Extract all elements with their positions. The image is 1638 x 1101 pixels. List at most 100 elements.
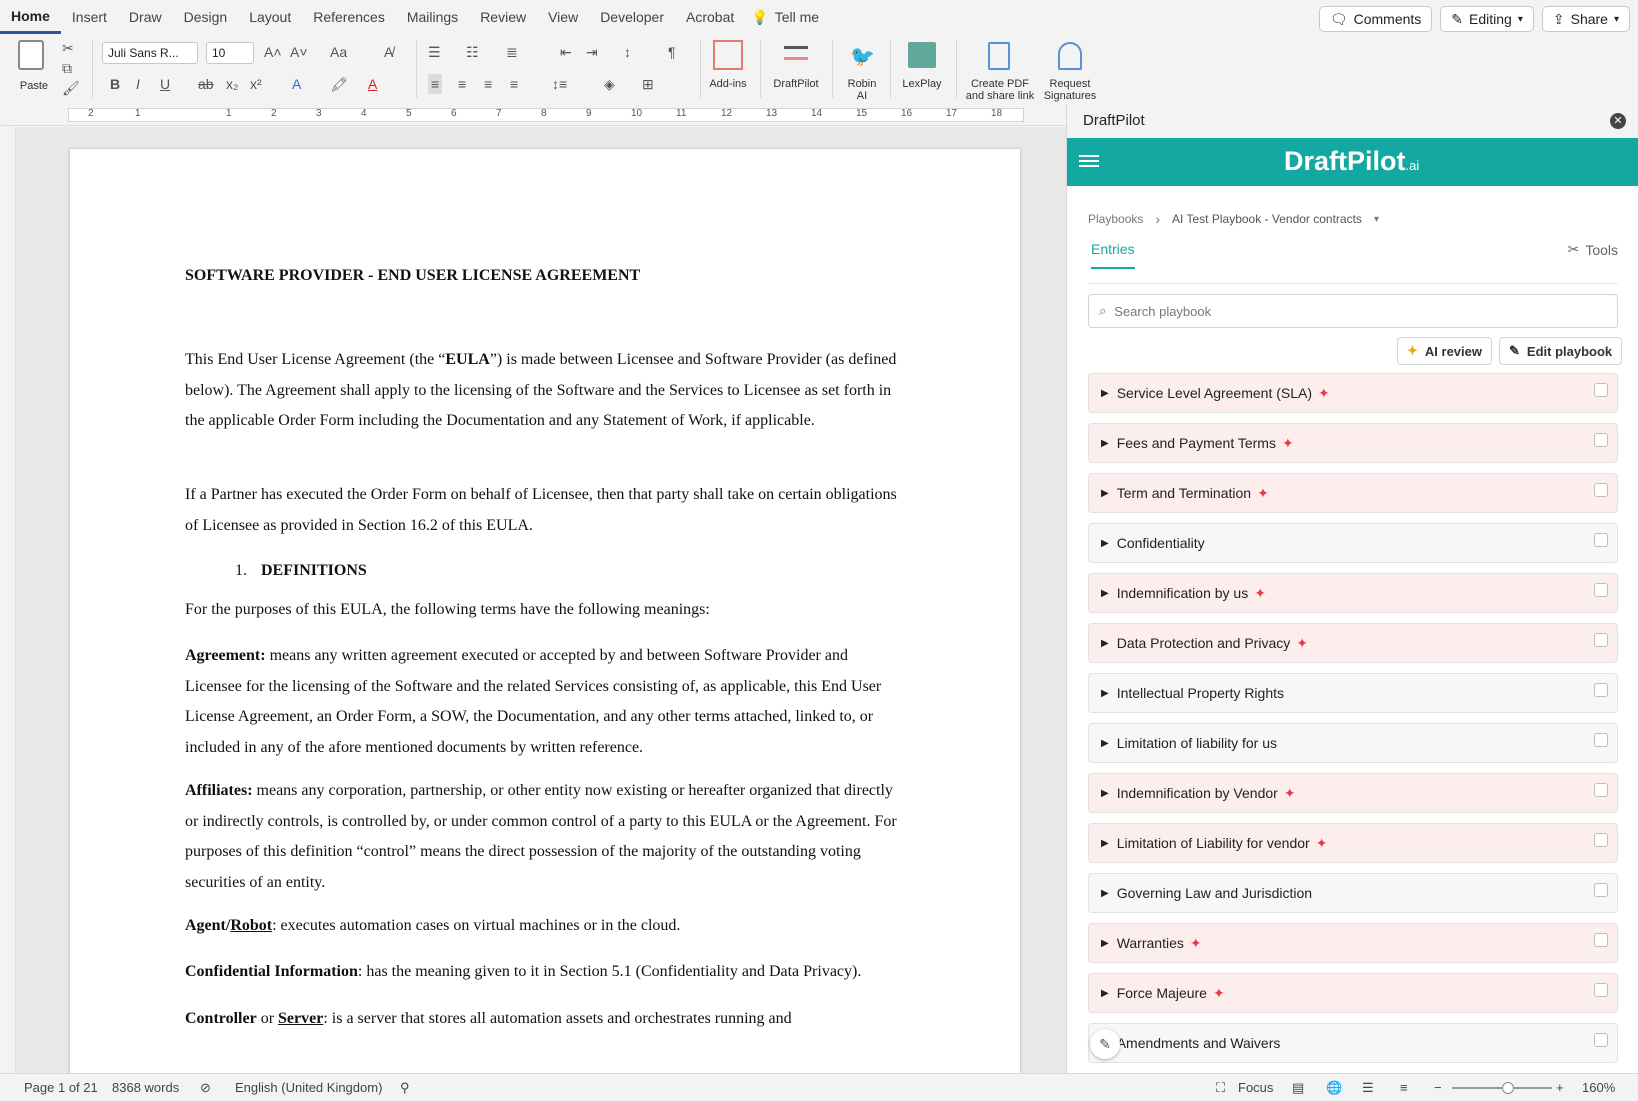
italic-icon[interactable]: I bbox=[136, 74, 140, 94]
expand-triangle-icon[interactable]: ▶ bbox=[1101, 888, 1109, 899]
align-right-icon[interactable]: ≡ bbox=[484, 74, 492, 94]
search-input[interactable] bbox=[1114, 303, 1565, 319]
draftpilot-button[interactable]: DraftPilot bbox=[770, 38, 822, 100]
comments-button[interactable]: 🗨 Comments bbox=[1318, 6, 1433, 32]
superscript-icon[interactable]: x² bbox=[250, 74, 262, 94]
document-page[interactable]: SOFTWARE PROVIDER - END USER LICENSE AGR… bbox=[70, 149, 1020, 1073]
paste-button[interactable]: Paste bbox=[14, 40, 54, 98]
tab-design[interactable]: Design bbox=[173, 0, 239, 34]
playbook-entry[interactable]: ▶ Warranties ✦ bbox=[1088, 923, 1618, 963]
playbook-entry[interactable]: ▶Amendments and Waivers bbox=[1088, 1023, 1618, 1063]
tell-me[interactable]: 💡 Tell me bbox=[751, 9, 819, 26]
text-effects-icon[interactable]: A bbox=[292, 74, 301, 94]
entry-checkbox[interactable] bbox=[1594, 483, 1608, 497]
tab-entries[interactable]: Entries bbox=[1091, 241, 1135, 269]
entry-checkbox[interactable] bbox=[1594, 883, 1608, 897]
entry-checkbox[interactable] bbox=[1594, 533, 1608, 547]
decrease-indent-icon[interactable]: ⇤ bbox=[560, 42, 572, 62]
borders-icon[interactable]: ⊞ bbox=[642, 74, 654, 94]
tab-draw[interactable]: Draw bbox=[118, 0, 173, 34]
expand-triangle-icon[interactable]: ▶ bbox=[1101, 938, 1109, 949]
edit-playbook-button[interactable]: ✎ Edit playbook bbox=[1499, 337, 1623, 365]
format-painter-icon[interactable]: 🖌 bbox=[62, 78, 80, 98]
share-button[interactable]: ⇪ Share ▾ bbox=[1541, 6, 1630, 32]
lexplay-button[interactable]: LexPlay bbox=[896, 38, 948, 100]
cut-icon[interactable]: ✂ bbox=[62, 38, 74, 58]
breadcrumb-current[interactable]: AI Test Playbook - Vendor contracts bbox=[1172, 212, 1362, 226]
ai-review-button[interactable]: ✦ AI review bbox=[1397, 337, 1492, 365]
playbook-entry[interactable]: ▶ Governing Law and Jurisdiction bbox=[1088, 873, 1618, 913]
expand-triangle-icon[interactable]: ▶ bbox=[1101, 788, 1109, 799]
tab-mailings[interactable]: Mailings bbox=[396, 0, 469, 34]
document-area[interactable]: SOFTWARE PROVIDER - END USER LICENSE AGR… bbox=[0, 127, 1066, 1073]
expand-triangle-icon[interactable]: ▶ bbox=[1101, 838, 1109, 849]
increase-indent-icon[interactable]: ⇥ bbox=[586, 42, 598, 62]
outline-icon[interactable]: ☰ bbox=[1362, 1080, 1374, 1096]
entry-checkbox[interactable] bbox=[1594, 683, 1608, 697]
font-color-icon[interactable]: A bbox=[368, 74, 377, 94]
change-case-icon[interactable]: Aa bbox=[330, 42, 347, 62]
underline-icon[interactable]: U bbox=[160, 74, 170, 94]
expand-triangle-icon[interactable]: ▶ bbox=[1101, 438, 1109, 449]
draft-icon[interactable]: ≡ bbox=[1400, 1080, 1408, 1095]
entry-checkbox[interactable] bbox=[1594, 583, 1608, 597]
highlight-icon[interactable]: 🖍 bbox=[330, 74, 348, 94]
bullets-icon[interactable]: ☰ bbox=[428, 42, 441, 62]
shrink-font-icon[interactable]: A˅ bbox=[290, 42, 308, 62]
tab-developer[interactable]: Developer bbox=[589, 0, 675, 34]
playbook-entry[interactable]: ▶ Term and Termination ✦ bbox=[1088, 473, 1618, 513]
editing-button[interactable]: ✎ Editing ▾ bbox=[1440, 6, 1534, 32]
hamburger-menu-icon[interactable] bbox=[1079, 152, 1099, 170]
close-icon[interactable]: ✕ bbox=[1610, 113, 1626, 129]
copy-icon[interactable]: ⧉ bbox=[62, 58, 72, 78]
expand-triangle-icon[interactable]: ▶ bbox=[1101, 688, 1109, 699]
tab-home[interactable]: Home bbox=[0, 0, 61, 34]
playbook-entry[interactable]: ▶ Limitation of Liability for vendor ✦ bbox=[1088, 823, 1618, 863]
create-pdf-button[interactable]: Create PDF and share link bbox=[962, 38, 1038, 102]
playbook-entry[interactable]: ▶ Data Protection and Privacy ✦ bbox=[1088, 623, 1618, 663]
playbook-entry[interactable]: ▶ Indemnification by Vendor ✦ bbox=[1088, 773, 1618, 813]
playbook-entry[interactable]: ▶ Intellectual Property Rights bbox=[1088, 673, 1618, 713]
entry-checkbox[interactable] bbox=[1594, 1033, 1608, 1047]
focus-label[interactable]: Focus bbox=[1238, 1080, 1273, 1095]
playbook-entry[interactable]: ▶ Force Majeure ✦ bbox=[1088, 973, 1618, 1013]
sort-icon[interactable]: ↕ bbox=[624, 42, 631, 62]
web-layout-icon[interactable]: 🌐 bbox=[1326, 1080, 1342, 1096]
expand-triangle-icon[interactable]: ▶ bbox=[1101, 388, 1109, 399]
addins-button[interactable]: Add-ins bbox=[706, 38, 750, 100]
font-size-select[interactable]: 10 bbox=[206, 42, 254, 64]
shading-icon[interactable]: ◈ bbox=[604, 74, 615, 94]
zoom-slider[interactable] bbox=[1452, 1082, 1552, 1094]
bold-icon[interactable]: B bbox=[110, 74, 120, 94]
justify-icon[interactable]: ≡ bbox=[510, 74, 518, 94]
tab-view[interactable]: View bbox=[537, 0, 589, 34]
entry-checkbox[interactable] bbox=[1594, 733, 1608, 747]
zoom-slider-thumb[interactable] bbox=[1502, 1082, 1514, 1094]
expand-triangle-icon[interactable]: ▶ bbox=[1101, 488, 1109, 499]
breadcrumb-playbooks[interactable]: Playbooks bbox=[1088, 212, 1143, 226]
word-count[interactable]: 8368 words bbox=[112, 1080, 179, 1095]
expand-triangle-icon[interactable]: ▶ bbox=[1101, 738, 1109, 749]
focus-icon[interactable]: ⛶ bbox=[1216, 1080, 1225, 1096]
clear-formatting-icon[interactable]: A̸ bbox=[384, 42, 393, 62]
request-signatures-button[interactable]: Request Signatures bbox=[1040, 38, 1100, 102]
playbook-entry[interactable]: ▶ Limitation of liability for us bbox=[1088, 723, 1618, 763]
tab-acrobat[interactable]: Acrobat bbox=[675, 0, 745, 34]
entry-checkbox[interactable] bbox=[1594, 983, 1608, 997]
print-layout-icon[interactable]: ▤ bbox=[1292, 1080, 1304, 1096]
playbook-entry[interactable]: ▶ Service Level Agreement (SLA) ✦ bbox=[1088, 373, 1618, 413]
tab-tools[interactable]: ✂ Tools bbox=[1568, 241, 1618, 258]
subscript-icon[interactable]: x₂ bbox=[226, 74, 238, 94]
entry-checkbox[interactable] bbox=[1594, 433, 1608, 447]
align-center-icon[interactable]: ≡ bbox=[458, 74, 466, 94]
playbook-entry[interactable]: ▶ Confidentiality bbox=[1088, 523, 1618, 563]
page-count[interactable]: Page 1 of 21 bbox=[24, 1080, 98, 1095]
expand-triangle-icon[interactable]: ▶ bbox=[1101, 638, 1109, 649]
tab-layout[interactable]: Layout bbox=[238, 0, 302, 34]
expand-triangle-icon[interactable]: ▶ bbox=[1101, 988, 1109, 999]
language[interactable]: English (United Kingdom) bbox=[235, 1080, 382, 1095]
entry-checkbox[interactable] bbox=[1594, 383, 1608, 397]
zoom-out-icon[interactable]: − bbox=[1434, 1080, 1442, 1095]
expand-triangle-icon[interactable]: ▶ bbox=[1101, 538, 1109, 549]
playbook-entry[interactable]: ▶ Indemnification by us ✦ bbox=[1088, 573, 1618, 613]
